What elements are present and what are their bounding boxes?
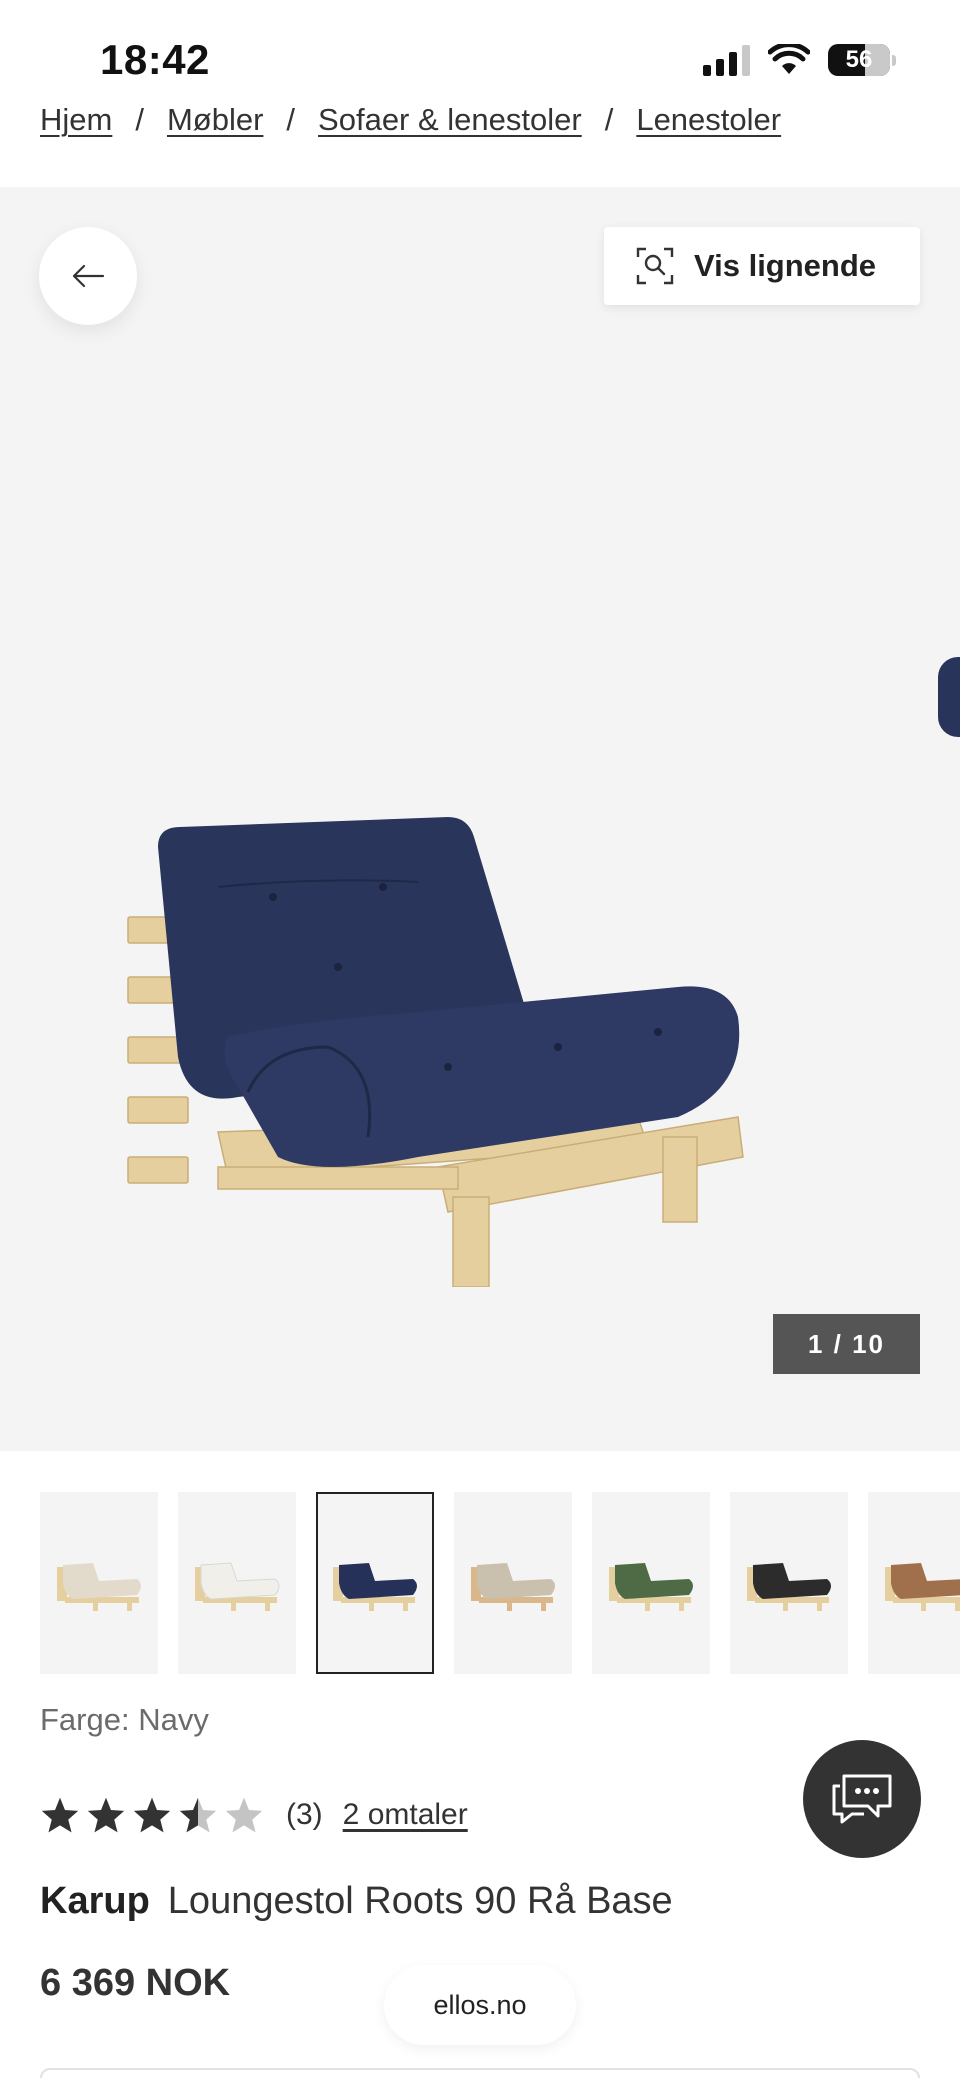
image-counter: 1 / 10: [773, 1314, 920, 1374]
breadcrumb-separator: /: [286, 102, 296, 137]
star-empty-icon: [225, 1797, 263, 1833]
breadcrumb-separator: /: [604, 102, 614, 137]
product-rating: (3) 2 omtaler: [40, 1796, 468, 1834]
thumbnail-chair-image: [885, 1563, 960, 1611]
breadcrumb-home[interactable]: Hjem: [40, 102, 112, 138]
visual-search-icon: [636, 247, 674, 285]
star-full-icon: [41, 1797, 79, 1833]
chat-button[interactable]: [803, 1740, 921, 1858]
breadcrumb-armchairs[interactable]: Lenestoler: [636, 102, 781, 138]
thumbnail-chair-image: [195, 1562, 280, 1611]
product-title: Karup Loungestol Roots 90 Rå Base: [40, 1880, 673, 1923]
battery-level: 56: [845, 46, 873, 73]
reviews-link[interactable]: 2 omtaler: [343, 1798, 468, 1832]
star-half-icon: [179, 1797, 217, 1833]
battery-icon: 56: [828, 44, 896, 76]
breadcrumb: Hjem / Møbler / Sofaer & lenestoler / Le…: [40, 102, 781, 138]
product-price: 6 369 NOK: [40, 1962, 231, 2004]
thumbnail-chair-image: [747, 1563, 831, 1611]
breadcrumb-furniture[interactable]: Møbler: [167, 102, 263, 138]
thumbnail-chair-image: [609, 1563, 693, 1611]
cellular-signal-icon: [703, 44, 750, 76]
similar-products-label: Vis lignende: [694, 248, 877, 283]
star-full-icon: [87, 1797, 125, 1833]
product-brand[interactable]: Karup: [40, 1880, 150, 1922]
thumbnail-chair-image: [471, 1563, 555, 1611]
product-name: Loungestol Roots 90 Rå Base: [167, 1880, 673, 1922]
thumbnail-3-selected[interactable]: [316, 1492, 434, 1674]
breadcrumb-separator: /: [135, 102, 144, 137]
star-full-icon: [133, 1797, 171, 1833]
arrow-left-icon: [72, 264, 105, 288]
thumbnail-5[interactable]: [592, 1492, 710, 1674]
wifi-icon: [768, 44, 810, 74]
star-rating: [40, 1796, 264, 1834]
similar-products-button[interactable]: Vis lignende: [604, 227, 920, 305]
thumbnail-6[interactable]: [730, 1492, 848, 1674]
product-gallery[interactable]: Vis lignende 1 / 10: [0, 187, 960, 1451]
bottom-panel-edge: [40, 2068, 920, 2078]
status-bar: 18:42 56: [0, 0, 960, 115]
thumbnail-strip: [40, 1492, 960, 1674]
chat-bubbles-icon: [832, 1774, 892, 1824]
thumbnail-7[interactable]: [868, 1492, 960, 1674]
thumbnail-1[interactable]: [40, 1492, 158, 1674]
thumbnail-chair-image: [333, 1563, 417, 1611]
rating-count: (3): [286, 1798, 323, 1831]
product-image: [127, 817, 744, 1287]
selected-color-label: Farge: Navy: [40, 1702, 209, 1737]
thumbnail-2[interactable]: [178, 1492, 296, 1674]
status-icons: 56: [703, 44, 896, 76]
thumbnail-chair-image: [57, 1563, 141, 1611]
back-button[interactable]: [39, 227, 137, 325]
next-image-peek: [938, 657, 960, 737]
thumbnail-4[interactable]: [454, 1492, 572, 1674]
browser-domain-pill[interactable]: ellos.no: [384, 1965, 576, 2045]
breadcrumb-sofas[interactable]: Sofaer & lenestoler: [318, 102, 582, 138]
status-time: 18:42: [100, 36, 210, 83]
